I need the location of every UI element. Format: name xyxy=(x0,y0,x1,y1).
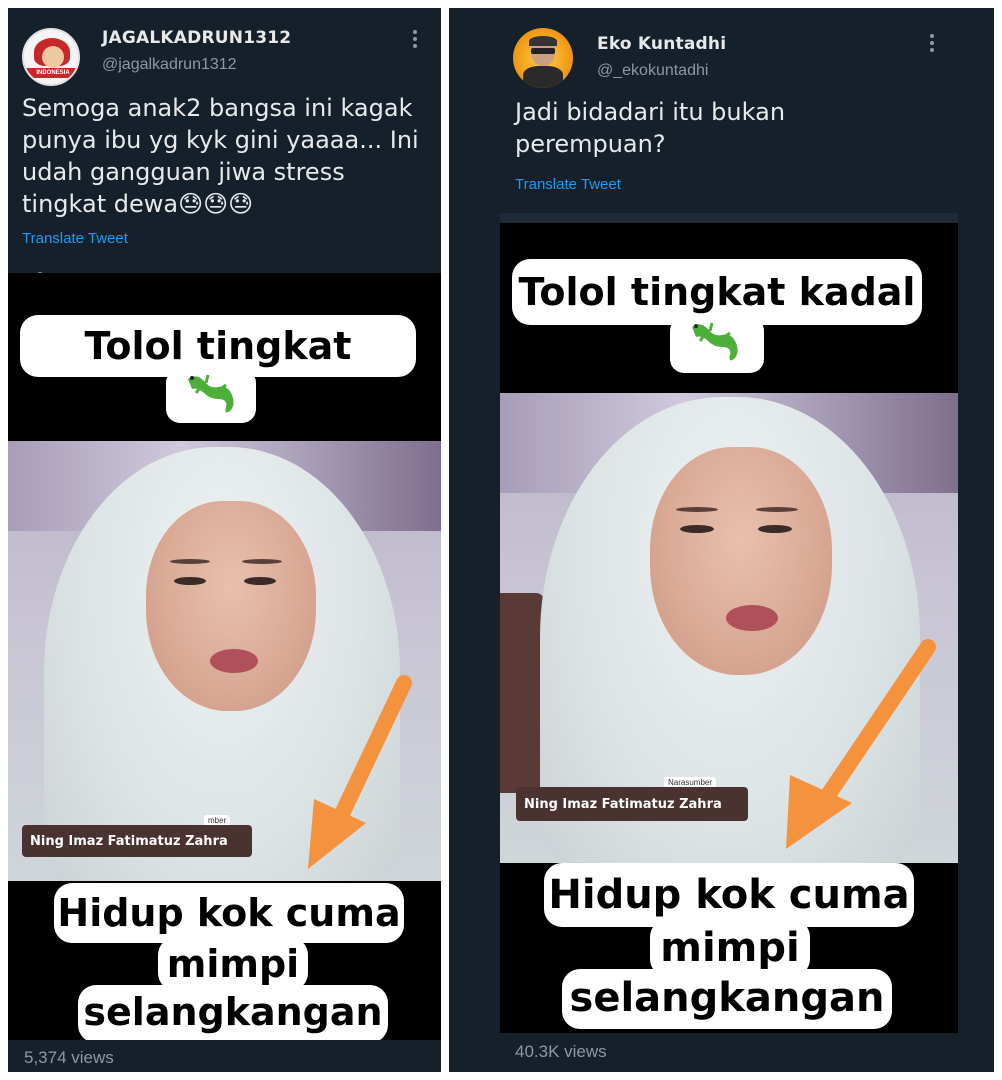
top-caption: Tolol tingkat kadal xyxy=(512,259,922,325)
translate-tweet-link[interactable]: Translate Tweet xyxy=(515,176,621,193)
more-options-icon[interactable] xyxy=(929,34,935,54)
name-tag: Ning Imaz Fatimatuz Zahra xyxy=(22,825,252,857)
author-name[interactable]: JAGALKADRUN1312 xyxy=(102,28,291,48)
video-player[interactable]: Tolol tingkat kadal mber Ning Imaz Fatim… xyxy=(8,273,441,1040)
lizard-emoji-icon xyxy=(188,374,234,413)
bottom-caption-line-3: selangkangan xyxy=(78,985,388,1040)
avatar-text: INDONESIA xyxy=(36,70,70,76)
bottom-caption-line-1: Hidup kok cuma xyxy=(544,863,914,927)
top-caption: Tolol tingkat kadal xyxy=(20,315,416,430)
tweet-left: INDONESIA JAGALKADRUN1312 @jagalkadrun13… xyxy=(8,8,441,1072)
translate-tweet-link[interactable]: Translate Tweet xyxy=(22,230,128,247)
tweet-right: Eko Kuntadhi @_ekokuntadhi Jadi bidadari… xyxy=(449,8,994,1072)
author-name[interactable]: Eko Kuntadhi xyxy=(597,34,726,54)
more-options-icon[interactable] xyxy=(412,30,418,50)
bottom-caption-line-3: selangkangan xyxy=(562,969,892,1029)
author-handle[interactable]: @jagalkadrun1312 xyxy=(102,56,237,74)
video-player[interactable]: Tolol tingkat kadal Narasumber Ning Imaz… xyxy=(500,213,958,1033)
arrow-icon xyxy=(786,639,936,849)
avatar[interactable]: INDONESIA xyxy=(22,28,80,86)
bottom-caption-line-2: mimpi xyxy=(158,937,308,991)
author-handle[interactable]: @_ekokuntadhi xyxy=(597,62,708,80)
view-count: 5,374 views xyxy=(24,1048,114,1067)
view-count: 40.3K views xyxy=(515,1042,607,1061)
tweet-text: Semoga anak2 bangsa ini kagak punya ibu … xyxy=(22,94,419,218)
lizard-emoji-icon xyxy=(692,322,738,361)
tweet-text: Jadi bidadari itu bukan perempuan? xyxy=(515,98,786,158)
name-tag: Ning Imaz Fatimatuz Zahra xyxy=(516,787,748,821)
bottom-caption-line-1: Hidup kok cuma xyxy=(54,883,404,943)
arrow-icon xyxy=(308,675,412,869)
avatar[interactable] xyxy=(513,28,573,88)
